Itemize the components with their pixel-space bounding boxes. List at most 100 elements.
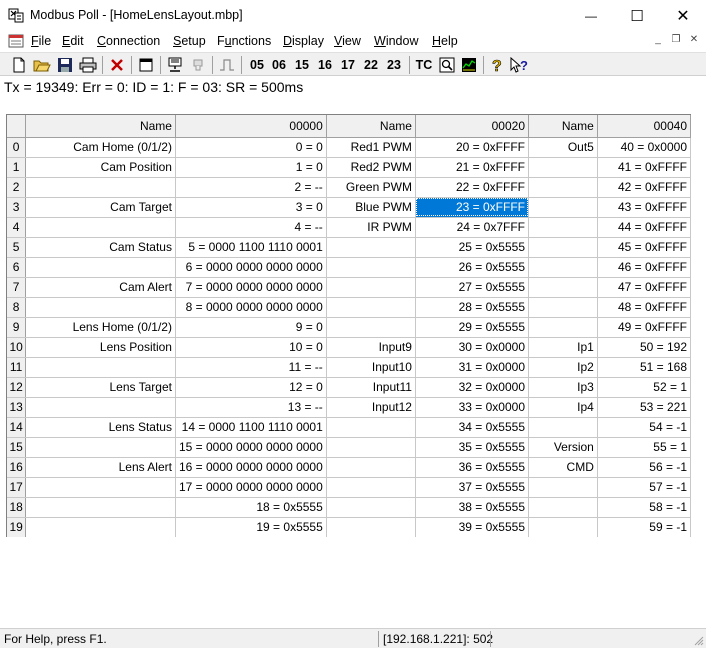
name-cell[interactable]: Version bbox=[528, 437, 598, 458]
row-number-cell[interactable]: 4 bbox=[7, 217, 27, 238]
value-cell[interactable]: 14 = 0000 1100 1110 0001 bbox=[175, 417, 327, 438]
value-cell[interactable]: 7 = 0000 0000 0000 0000 bbox=[175, 277, 327, 298]
value-cell[interactable]: 50 = 192 bbox=[597, 337, 692, 358]
name-cell[interactable] bbox=[326, 437, 416, 458]
communication-traffic-button[interactable] bbox=[437, 55, 457, 75]
value-cell[interactable]: 10 = 0 bbox=[175, 337, 327, 358]
function-05-button[interactable]: 05 bbox=[247, 55, 267, 75]
name-cell[interactable] bbox=[326, 297, 416, 318]
value-cell[interactable]: 59 = -1 bbox=[597, 517, 692, 538]
context-help-button[interactable]: ? bbox=[509, 55, 531, 75]
row-number-cell[interactable]: 7 bbox=[7, 277, 27, 298]
menu-display[interactable]: Display bbox=[283, 34, 324, 48]
name-cell[interactable] bbox=[326, 517, 416, 538]
row-number-cell[interactable]: 0 bbox=[7, 137, 27, 158]
value-cell[interactable]: 49 = 0xFFFF bbox=[597, 317, 692, 338]
name-cell[interactable]: Cam Position bbox=[25, 157, 176, 178]
value-cell[interactable]: 24 = 0x7FFF bbox=[415, 217, 530, 238]
name-cell[interactable] bbox=[25, 357, 176, 378]
header-name-col-1[interactable]: Name bbox=[25, 115, 176, 138]
connect-button[interactable] bbox=[165, 55, 185, 75]
single-read-button[interactable] bbox=[217, 55, 237, 75]
row-number-cell[interactable]: 10 bbox=[7, 337, 27, 358]
value-cell[interactable]: 44 = 0xFFFF bbox=[597, 217, 692, 238]
value-cell[interactable]: 39 = 0x5555 bbox=[415, 517, 530, 538]
new-window-button[interactable] bbox=[136, 55, 156, 75]
row-number-cell[interactable]: 8 bbox=[7, 297, 27, 318]
value-cell[interactable]: 40 = 0x0000 bbox=[597, 137, 692, 158]
name-cell[interactable] bbox=[25, 257, 176, 278]
row-number-cell[interactable]: 18 bbox=[7, 497, 27, 518]
mdi-restore-button[interactable]: ❐ bbox=[668, 33, 684, 47]
value-cell[interactable]: 4 = -- bbox=[175, 217, 327, 238]
header-value-col-00040[interactable]: 00040 bbox=[597, 115, 692, 138]
help-button[interactable]: ? bbox=[487, 55, 507, 75]
document-system-menu-icon[interactable] bbox=[8, 33, 24, 49]
name-cell[interactable] bbox=[326, 477, 416, 498]
name-cell[interactable]: Input9 bbox=[326, 337, 416, 358]
delete-button[interactable] bbox=[107, 55, 127, 75]
name-cell[interactable]: Ip1 bbox=[528, 337, 598, 358]
value-cell[interactable]: 48 = 0xFFFF bbox=[597, 297, 692, 318]
value-cell[interactable]: 51 = 168 bbox=[597, 357, 692, 378]
name-cell[interactable]: Input10 bbox=[326, 357, 416, 378]
name-cell[interactable]: Ip3 bbox=[528, 377, 598, 398]
row-number-cell[interactable]: 5 bbox=[7, 237, 27, 258]
selected-value-cell[interactable]: 23 = 0xFFFF bbox=[415, 197, 530, 218]
value-cell[interactable]: 0 = 0 bbox=[175, 137, 327, 158]
name-cell[interactable] bbox=[326, 277, 416, 298]
menu-view[interactable]: View bbox=[334, 34, 361, 48]
name-cell[interactable] bbox=[528, 157, 598, 178]
function-17-button[interactable]: 17 bbox=[338, 55, 358, 75]
value-cell[interactable]: 54 = -1 bbox=[597, 417, 692, 438]
value-cell[interactable]: 52 = 1 bbox=[597, 377, 692, 398]
value-cell[interactable]: 32 = 0x0000 bbox=[415, 377, 530, 398]
menu-file[interactable]: File bbox=[31, 34, 51, 48]
row-number-cell[interactable]: 9 bbox=[7, 317, 27, 338]
value-cell[interactable]: 18 = 0x5555 bbox=[175, 497, 327, 518]
name-cell[interactable] bbox=[528, 317, 598, 338]
menu-setup[interactable]: Setup bbox=[173, 34, 206, 48]
name-cell[interactable]: Input11 bbox=[326, 377, 416, 398]
value-cell[interactable]: 9 = 0 bbox=[175, 317, 327, 338]
row-number-cell[interactable]: 16 bbox=[7, 457, 27, 478]
function-16-button[interactable]: 16 bbox=[315, 55, 335, 75]
name-cell[interactable]: Lens Home (0/1/2) bbox=[25, 317, 176, 338]
value-cell[interactable]: 53 = 221 bbox=[597, 397, 692, 418]
name-cell[interactable] bbox=[528, 297, 598, 318]
value-cell[interactable]: 45 = 0xFFFF bbox=[597, 237, 692, 258]
name-cell[interactable] bbox=[25, 437, 176, 458]
name-cell[interactable] bbox=[25, 297, 176, 318]
name-cell[interactable] bbox=[528, 477, 598, 498]
function-22-button[interactable]: 22 bbox=[361, 55, 381, 75]
name-cell[interactable] bbox=[528, 277, 598, 298]
name-cell[interactable]: Lens Status bbox=[25, 417, 176, 438]
value-cell[interactable]: 34 = 0x5555 bbox=[415, 417, 530, 438]
name-cell[interactable]: Ip4 bbox=[528, 397, 598, 418]
real-time-chart-button[interactable] bbox=[459, 55, 479, 75]
value-cell[interactable]: 22 = 0xFFFF bbox=[415, 177, 530, 198]
name-cell[interactable] bbox=[25, 477, 176, 498]
value-cell[interactable]: 43 = 0xFFFF bbox=[597, 197, 692, 218]
value-cell[interactable]: 25 = 0x5555 bbox=[415, 237, 530, 258]
disconnect-button[interactable] bbox=[188, 55, 208, 75]
name-cell[interactable]: Out5 bbox=[528, 137, 598, 158]
name-cell[interactable] bbox=[326, 237, 416, 258]
name-cell[interactable] bbox=[528, 417, 598, 438]
maximize-button[interactable]: ☐ bbox=[614, 0, 660, 31]
name-cell[interactable]: Cam Home (0/1/2) bbox=[25, 137, 176, 158]
menu-connection[interactable]: Connection bbox=[97, 34, 160, 48]
name-cell[interactable]: CMD bbox=[528, 457, 598, 478]
name-cell[interactable] bbox=[25, 397, 176, 418]
row-number-cell[interactable]: 13 bbox=[7, 397, 27, 418]
value-cell[interactable]: 3 = 0 bbox=[175, 197, 327, 218]
row-number-cell[interactable]: 12 bbox=[7, 377, 27, 398]
function-06-button[interactable]: 06 bbox=[269, 55, 289, 75]
name-cell[interactable] bbox=[326, 417, 416, 438]
row-number-cell[interactable]: 19 bbox=[7, 517, 27, 538]
value-cell[interactable]: 11 = -- bbox=[175, 357, 327, 378]
value-cell[interactable]: 27 = 0x5555 bbox=[415, 277, 530, 298]
name-cell[interactable] bbox=[326, 317, 416, 338]
modbus-poll-app-icon[interactable] bbox=[8, 7, 24, 23]
name-cell[interactable] bbox=[326, 257, 416, 278]
